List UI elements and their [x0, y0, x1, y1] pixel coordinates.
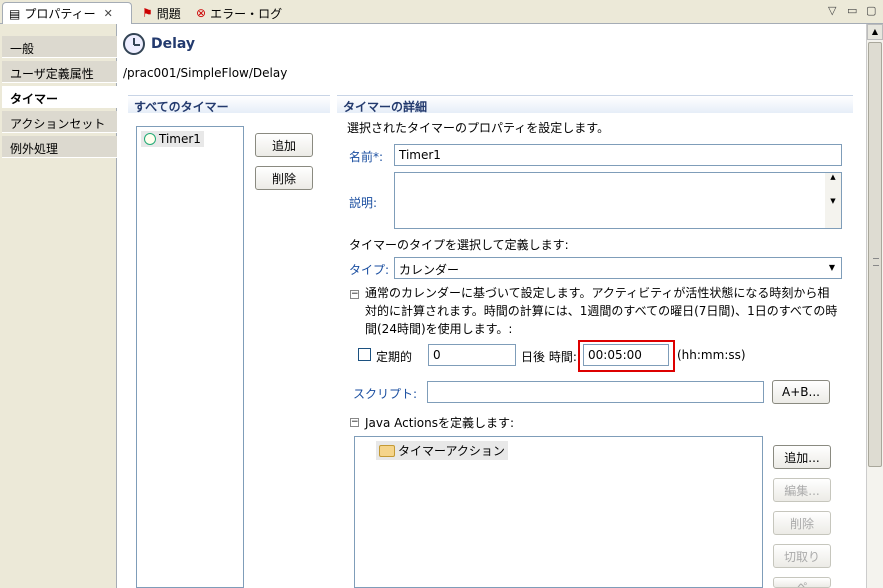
tab-problems-label: 問題 [156, 6, 181, 21]
periodic-checkbox[interactable] [358, 348, 371, 361]
collapse-calendar-icon[interactable]: − [350, 290, 359, 299]
properties-header: Delay [117, 24, 866, 64]
timer-icon [144, 133, 156, 145]
category-list: 一般 ユーザ定義属性 タイマー アクションセット 例外処理 [0, 24, 117, 588]
problems-icon: ⚑ [142, 6, 153, 20]
tab-problems[interactable]: ⚑ 問題 [136, 2, 187, 24]
java-actions-tree[interactable]: タイマーアクション [354, 436, 763, 588]
clock-icon [123, 33, 145, 55]
scrollbar-thumb[interactable] [868, 42, 882, 467]
minimize-icon[interactable]: ▭ [847, 4, 857, 17]
category-exception[interactable]: 例外処理 [2, 136, 117, 158]
java-actions-label: Java Actionsを定義します: [365, 416, 515, 430]
type-label: タイプ: [349, 263, 390, 277]
view-menu-icon[interactable]: ▽ [828, 4, 836, 17]
script-editor-button[interactable]: A+B... [772, 380, 830, 404]
tab-error-log-label: エラー・ログ [210, 6, 283, 21]
maximize-icon[interactable]: ▢ [866, 4, 876, 17]
script-label: スクリプト: [353, 387, 418, 401]
scroll-up-icon[interactable]: ▲ [867, 24, 883, 40]
tab-properties[interactable]: ▤ プロパティー ✕ [2, 2, 132, 24]
periodic-label: 定期的 [376, 350, 413, 364]
add-action-button[interactable]: 追加... [773, 445, 831, 469]
category-general[interactable]: 一般 [2, 36, 117, 58]
properties-icon: ▤ [9, 6, 21, 21]
edit-action-button[interactable]: 編集... [773, 478, 831, 502]
delete-timer-button[interactable]: 削除 [255, 166, 313, 190]
all-timers-section-title: すべてのタイマー [128, 95, 330, 114]
time-format-label: (hh:mm:ss) [677, 348, 746, 362]
script-input[interactable] [427, 381, 764, 403]
chevron-down-icon[interactable]: ▼ [825, 261, 839, 275]
time-input[interactable]: 00:05:00 [583, 344, 669, 366]
name-label: 名前*: [349, 150, 384, 164]
days-input[interactable]: 0 [428, 344, 516, 366]
view-tab-bar: ▤ プロパティー ✕ ⚑ 問題 ⊗ エラー・ログ ▽ ▭ ▢ [0, 0, 883, 24]
calendar-description: 通常のカレンダーに基づいて設定します。アクティビティが活性状態になる時刻から相 … [365, 286, 838, 336]
close-icon[interactable]: ✕ [104, 7, 113, 20]
delete-action-button[interactable]: 削除 [773, 511, 831, 535]
description-scrollbar[interactable]: ▲ ▼ [825, 173, 841, 228]
category-timer[interactable]: タイマー [2, 86, 117, 108]
type-intro: タイマーのタイプを選択して定義します: [349, 238, 569, 252]
error-log-icon: ⊗ [196, 6, 207, 20]
list-item[interactable]: Timer1 [141, 131, 204, 147]
description-label: 説明: [349, 196, 378, 210]
element-path: /prac001/SimpleFlow/Delay [123, 66, 288, 80]
days-after-label: 日後 時間: [521, 350, 577, 364]
add-timer-button[interactable]: 追加 [255, 133, 313, 157]
paste-action-button[interactable]: ペ [773, 577, 831, 588]
collapse-java-actions-icon[interactable]: − [350, 418, 359, 427]
details-intro: 選択されたタイマーのプロパティを設定します。 [347, 121, 610, 135]
list-item[interactable]: タイマーアクション [376, 441, 508, 460]
description-input[interactable]: ▲ ▼ [394, 172, 842, 229]
category-user-attributes[interactable]: ユーザ定義属性 [2, 61, 117, 83]
tab-properties-label: プロパティー [24, 7, 96, 21]
type-select[interactable]: カレンダー ▼ [394, 257, 842, 279]
category-action-set[interactable]: アクションセット [2, 111, 117, 133]
folder-open-icon [379, 444, 395, 457]
name-input[interactable]: Timer1 [394, 144, 842, 166]
cut-action-button[interactable]: 切取り [773, 544, 831, 568]
tab-error-log[interactable]: ⊗ エラー・ログ [190, 2, 288, 24]
timer-list[interactable]: Timer1 [136, 126, 244, 588]
grip-icon [873, 258, 879, 266]
timer-details-section-title: タイマーの詳細 [337, 95, 853, 114]
page-title: Delay [151, 36, 196, 52]
main-scrollbar[interactable]: ▲ [866, 24, 883, 588]
